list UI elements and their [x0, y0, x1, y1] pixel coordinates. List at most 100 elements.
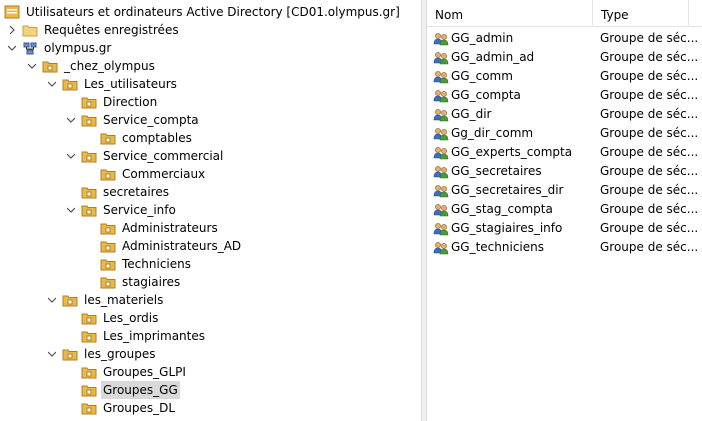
- tree-label-service-compta: Service_compta: [103, 113, 199, 127]
- column-header-type[interactable]: Type: [593, 0, 689, 26]
- group-name: GG_stag_compta: [451, 202, 553, 216]
- tree-label-techniciens: Techniciens: [122, 257, 191, 271]
- group-name: GG_secretaires: [451, 164, 542, 178]
- tree-label-direction: Direction: [103, 95, 158, 109]
- group-type: Groupe de séc...: [600, 69, 699, 83]
- group-name: GG_secretaires_dir: [451, 183, 564, 197]
- organizational-unit-icon: [100, 220, 116, 236]
- list-item[interactable]: GG_techniciens Groupe de séc...: [427, 238, 702, 257]
- list-item[interactable]: GG_dir Groupe de séc...: [427, 105, 702, 124]
- tree-label-chez-olympus: _chez_olympus: [64, 59, 155, 73]
- tree-label-groupes-dl: Groupes_DL: [103, 401, 176, 415]
- organizational-unit-icon: [81, 382, 97, 398]
- chevron-down-icon[interactable]: [6, 39, 18, 57]
- chevron-down-icon[interactable]: [65, 111, 77, 129]
- group-icon: [433, 88, 449, 104]
- folder-icon: [22, 22, 38, 38]
- group-type: Groupe de séc...: [600, 202, 699, 216]
- organizational-unit-icon: [100, 238, 116, 254]
- organizational-unit-icon: [81, 112, 97, 128]
- chevron-down-icon[interactable]: [65, 201, 77, 219]
- list-item[interactable]: GG_stag_compta Groupe de séc...: [427, 200, 702, 219]
- tree-label-saved-queries: Requêtes enregistrées: [44, 23, 179, 37]
- list-item[interactable]: GG_admin_ad Groupe de séc...: [427, 48, 702, 67]
- group-icon: [433, 164, 449, 180]
- tree-label-service-info: Service_info: [103, 203, 176, 217]
- organizational-unit-icon: [81, 202, 97, 218]
- tree-label-groupes-gg: Groupes_GG: [101, 381, 180, 399]
- group-icon: [433, 50, 449, 66]
- organizational-unit-icon: [100, 274, 116, 290]
- group-icon: [433, 221, 449, 237]
- chevron-right-icon[interactable]: [6, 21, 18, 39]
- group-type: Groupe de séc...: [600, 50, 699, 64]
- list-item[interactable]: GG_comm Groupe de séc...: [427, 67, 702, 86]
- chevron-down-icon[interactable]: [46, 345, 58, 363]
- domain-icon: [22, 40, 38, 56]
- organizational-unit-icon: [81, 400, 97, 416]
- group-name: GG_techniciens: [451, 240, 544, 254]
- details-pane[interactable]: Nom Type GG_admin Groupe de séc... GG_admi…: [427, 0, 702, 421]
- chevron-down-icon[interactable]: [65, 147, 77, 165]
- list-item[interactable]: GG_secretaires_dir Groupe de séc...: [427, 181, 702, 200]
- group-icon: [433, 183, 449, 199]
- group-icon: [433, 126, 449, 142]
- organizational-unit-icon: [42, 58, 58, 74]
- group-type: Groupe de séc...: [600, 126, 699, 140]
- organizational-unit-icon: [62, 76, 78, 92]
- group-type: Groupe de séc...: [600, 88, 699, 102]
- organizational-unit-icon: [81, 310, 97, 326]
- group-name: GG_dir: [451, 107, 492, 121]
- list-item[interactable]: GG_stagiaires_info Groupe de séc...: [427, 219, 702, 238]
- tree-label-les-ordis: Les_ordis: [103, 311, 159, 325]
- tree-label-les-utilisateurs: Les_utilisateurs: [84, 77, 177, 91]
- chevron-down-icon[interactable]: [46, 291, 58, 309]
- organizational-unit-icon: [81, 328, 97, 344]
- list-item[interactable]: GG_experts_compta Groupe de séc...: [427, 143, 702, 162]
- tree-label-les-materiels: les_materiels: [84, 293, 164, 307]
- organizational-unit-icon: [62, 292, 78, 308]
- chevron-down-icon[interactable]: [46, 75, 58, 93]
- group-name: GG_admin_ad: [451, 50, 535, 64]
- group-icon: [433, 240, 449, 256]
- tree-label-comptables: comptables: [122, 131, 192, 145]
- list-item[interactable]: GG_compta Groupe de séc...: [427, 86, 702, 105]
- group-icon: [433, 202, 449, 218]
- organizational-unit-icon: [100, 166, 116, 182]
- group-type: Groupe de séc...: [600, 145, 699, 159]
- column-header-name[interactable]: Nom: [427, 0, 593, 26]
- list-header: Nom Type: [427, 0, 702, 27]
- group-icon: [433, 107, 449, 123]
- group-name: GG_stagiaires_info: [451, 221, 563, 235]
- organizational-unit-icon: [81, 364, 97, 380]
- group-type: Groupe de séc...: [600, 164, 699, 178]
- tree-label-commerciaux: Commerciaux: [122, 167, 206, 181]
- group-type: Groupe de séc...: [600, 107, 699, 121]
- list-item[interactable]: Gg_dir_comm Groupe de séc...: [427, 124, 702, 143]
- chevron-down-icon[interactable]: [26, 57, 38, 75]
- group-name: GG_experts_compta: [451, 145, 573, 159]
- list-item[interactable]: GG_secretaires Groupe de séc...: [427, 162, 702, 181]
- tree-label-root: Utilisateurs et ordinateurs Active Direc…: [26, 5, 400, 19]
- tree-label-administrateurs-ad: Administrateurs_AD: [122, 239, 242, 253]
- group-name: GG_compta: [451, 88, 521, 102]
- group-name: GG_comm: [451, 69, 513, 83]
- tree-label-groupes-glpi: Groupes_GLPI: [103, 365, 186, 379]
- list-item[interactable]: GG_admin Groupe de séc...: [427, 29, 702, 48]
- group-type: Groupe de séc...: [600, 240, 699, 254]
- ad-console-icon: [4, 4, 20, 20]
- tree-label-secretaires: secretaires: [103, 185, 169, 199]
- group-icon: [433, 145, 449, 161]
- group-name: Gg_dir_comm: [451, 126, 534, 140]
- tree-label-stagiaires: stagiaires: [122, 275, 181, 289]
- tree-label-les-imprimantes: Les_imprimantes: [103, 329, 206, 343]
- group-type: Groupe de séc...: [600, 221, 699, 235]
- organizational-unit-icon: [100, 130, 116, 146]
- group-name: GG_admin: [451, 31, 514, 45]
- organizational-unit-icon: [81, 184, 97, 200]
- organizational-unit-icon: [100, 256, 116, 272]
- tree-label-domain: olympus.gr: [44, 41, 112, 55]
- tree-pane[interactable]: Utilisateurs et ordinateurs Active Direc…: [0, 0, 421, 421]
- organizational-unit-icon: [62, 346, 78, 362]
- tree-label-service-commercial: Service_commercial: [103, 149, 224, 163]
